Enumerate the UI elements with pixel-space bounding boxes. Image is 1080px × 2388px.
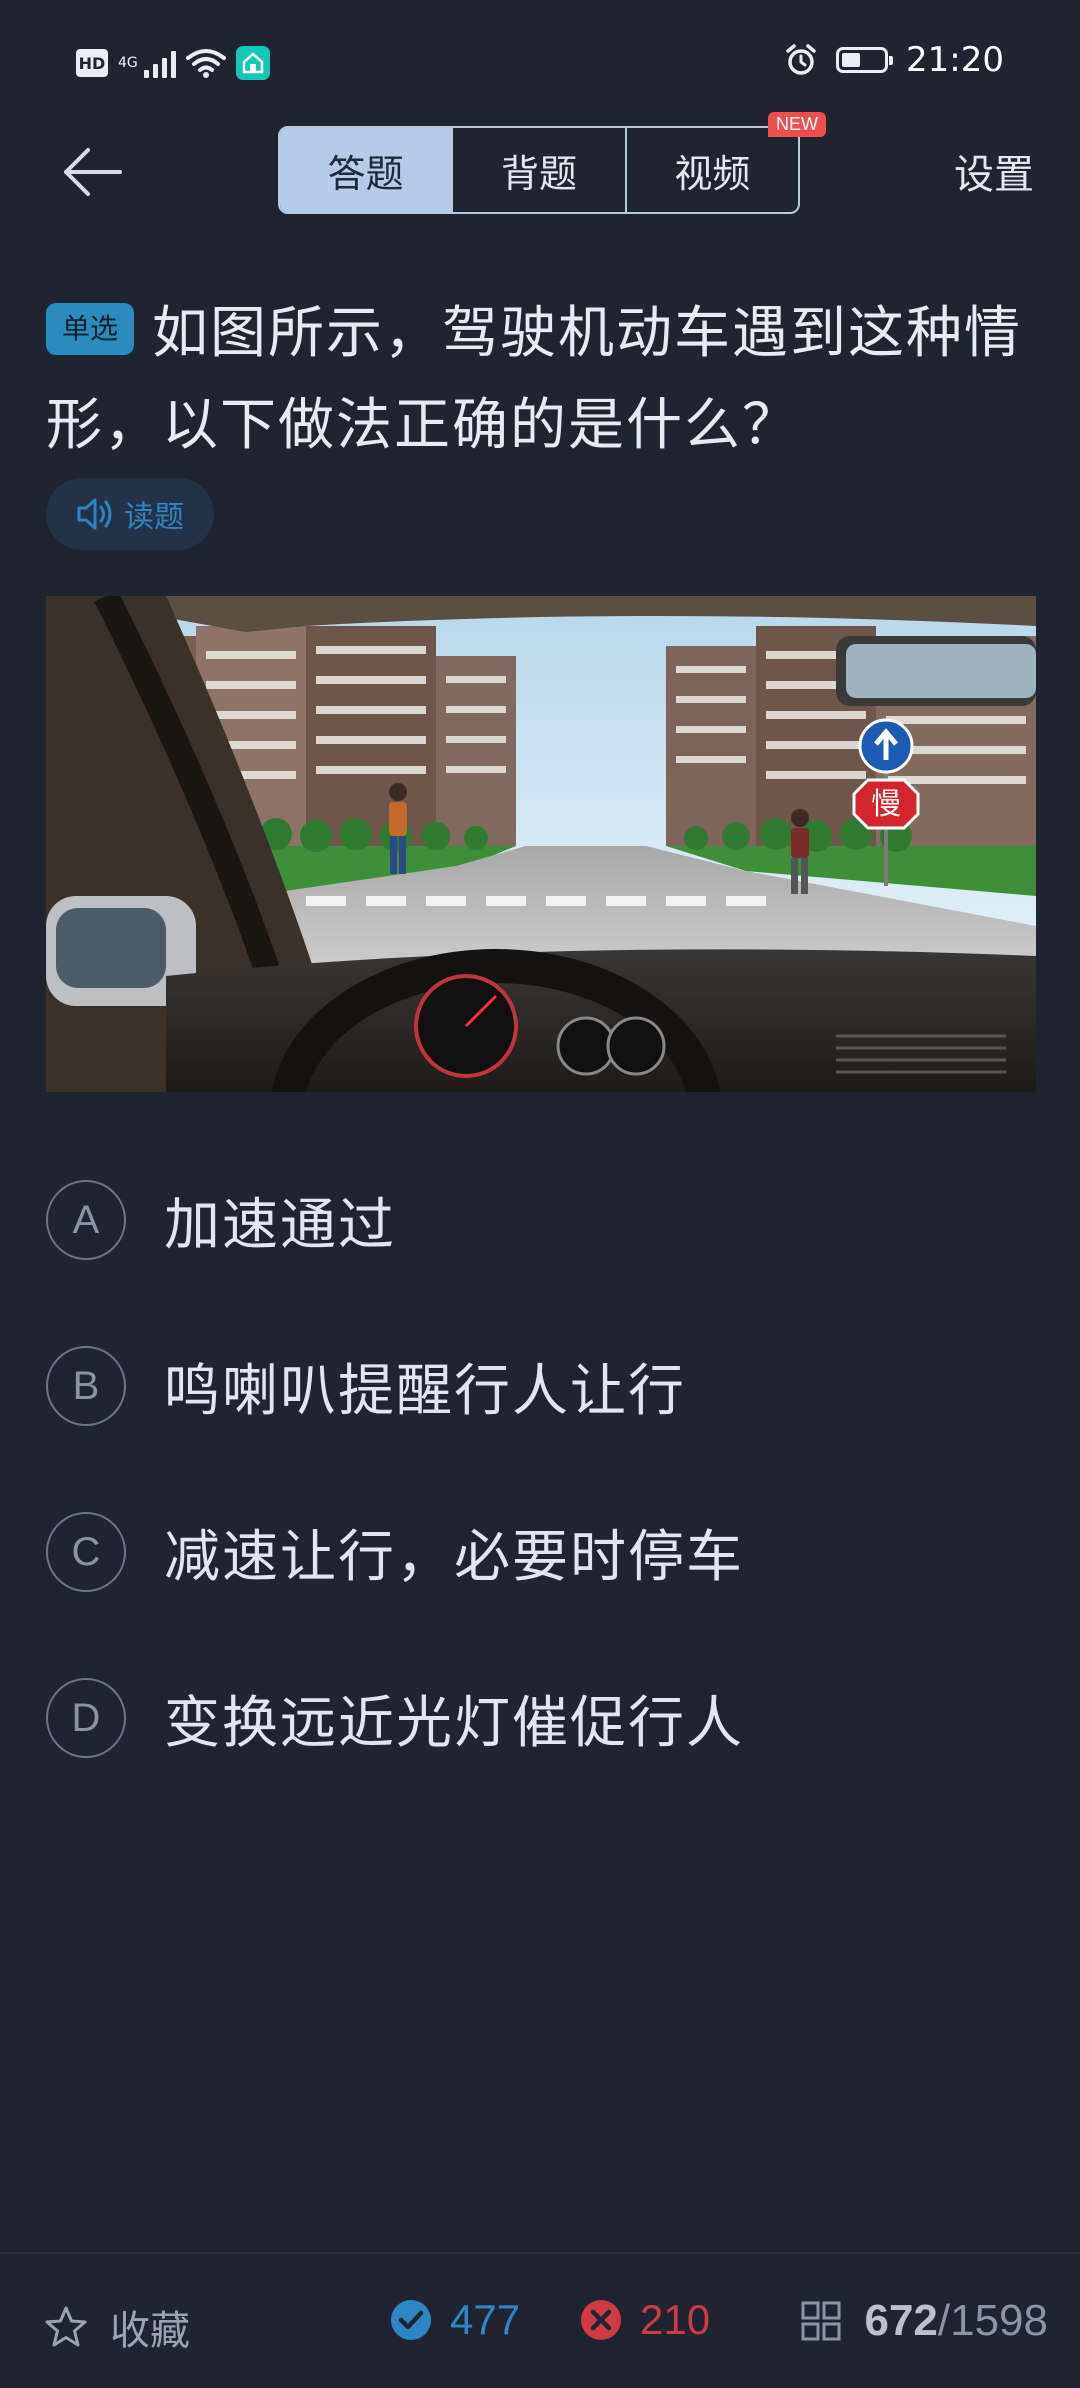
hd-icon: HD (76, 49, 108, 77)
option-b[interactable]: B 鸣喇叭提醒行人让行 (46, 1344, 1036, 1428)
new-badge: NEW (767, 112, 826, 137)
bottom-bar: 收藏 477 210 672/1598 (0, 2252, 1080, 2388)
check-circle-icon (391, 2300, 431, 2340)
read-question-button[interactable]: 读题 (46, 478, 214, 550)
tab-answer[interactable]: 答题 (280, 128, 452, 212)
wrong-count: 210 (580, 2296, 710, 2344)
status-left: HD 4G (76, 46, 270, 80)
option-a[interactable]: A 加速通过 (46, 1178, 1036, 1262)
current-question: 672 (864, 2296, 938, 2345)
option-text: 变换远近光灯催促行人 (164, 1690, 744, 1756)
driving-scene: 慢 (46, 596, 1036, 1092)
speaker-icon (77, 498, 112, 530)
settings-button[interactable]: 设置 (954, 142, 1034, 200)
favorite-button[interactable]: 收藏 (44, 2298, 190, 2356)
options-list: A 加速通过 B 鸣喇叭提醒行人让行 C 减速让行，必要时停车 D 变换远近光灯… (46, 1178, 1036, 1842)
question-text: 如图所示，驾驶机动车遇到这种情形，以下做法正确的是什么？ (46, 301, 1023, 458)
option-letter: C (46, 1512, 126, 1592)
option-d[interactable]: D 变换远近光灯催促行人 (46, 1676, 1036, 1760)
grid-icon (801, 2301, 841, 2341)
network-type: 4G (118, 55, 138, 71)
status-right: 21:20 (784, 40, 1004, 80)
total-questions: /1598 (937, 2296, 1048, 2345)
status-bar: HD 4G 21:20 (0, 0, 1080, 128)
option-letter: A (46, 1180, 126, 1260)
page: HD 4G 21:20 答题 背题 视频 NEW 设置 单选 如图所示，驾驶机动… (0, 0, 1080, 2388)
clock: 21:20 (906, 40, 1004, 80)
question-type-badge: 单选 (46, 302, 135, 355)
alarm-icon (786, 44, 816, 75)
slow-sign-text: 慢 (871, 787, 901, 822)
option-letter: D (46, 1678, 126, 1758)
back-button[interactable] (52, 140, 132, 204)
question: 单选 如图所示，驾驶机动车遇到这种情形，以下做法正确的是什么？ (46, 288, 1026, 472)
option-text: 加速通过 (164, 1192, 396, 1258)
header: 答题 背题 视频 NEW 设置 (0, 112, 1080, 222)
tab-memorize[interactable]: 背题 (451, 128, 624, 212)
star-icon (45, 2306, 87, 2347)
question-image: 慢 (46, 596, 1036, 1092)
battery-icon (836, 47, 894, 73)
mode-tabs: 答题 背题 视频 NEW (278, 112, 826, 214)
question-progress-button[interactable]: 672/1598 (800, 2296, 1048, 2346)
wifi-icon (185, 49, 226, 78)
signal-icon (143, 48, 176, 78)
cross-circle-icon (581, 2300, 621, 2340)
back-arrow-icon (64, 148, 122, 196)
correct-count: 477 (390, 2296, 520, 2344)
option-text: 鸣喇叭提醒行人让行 (164, 1358, 686, 1424)
option-text: 减速让行，必要时停车 (164, 1524, 744, 1590)
option-c[interactable]: C 减速让行，必要时停车 (46, 1510, 1036, 1594)
app-notification-icon (235, 46, 270, 80)
tab-video[interactable]: 视频 NEW (624, 112, 826, 212)
option-letter: B (46, 1346, 126, 1426)
